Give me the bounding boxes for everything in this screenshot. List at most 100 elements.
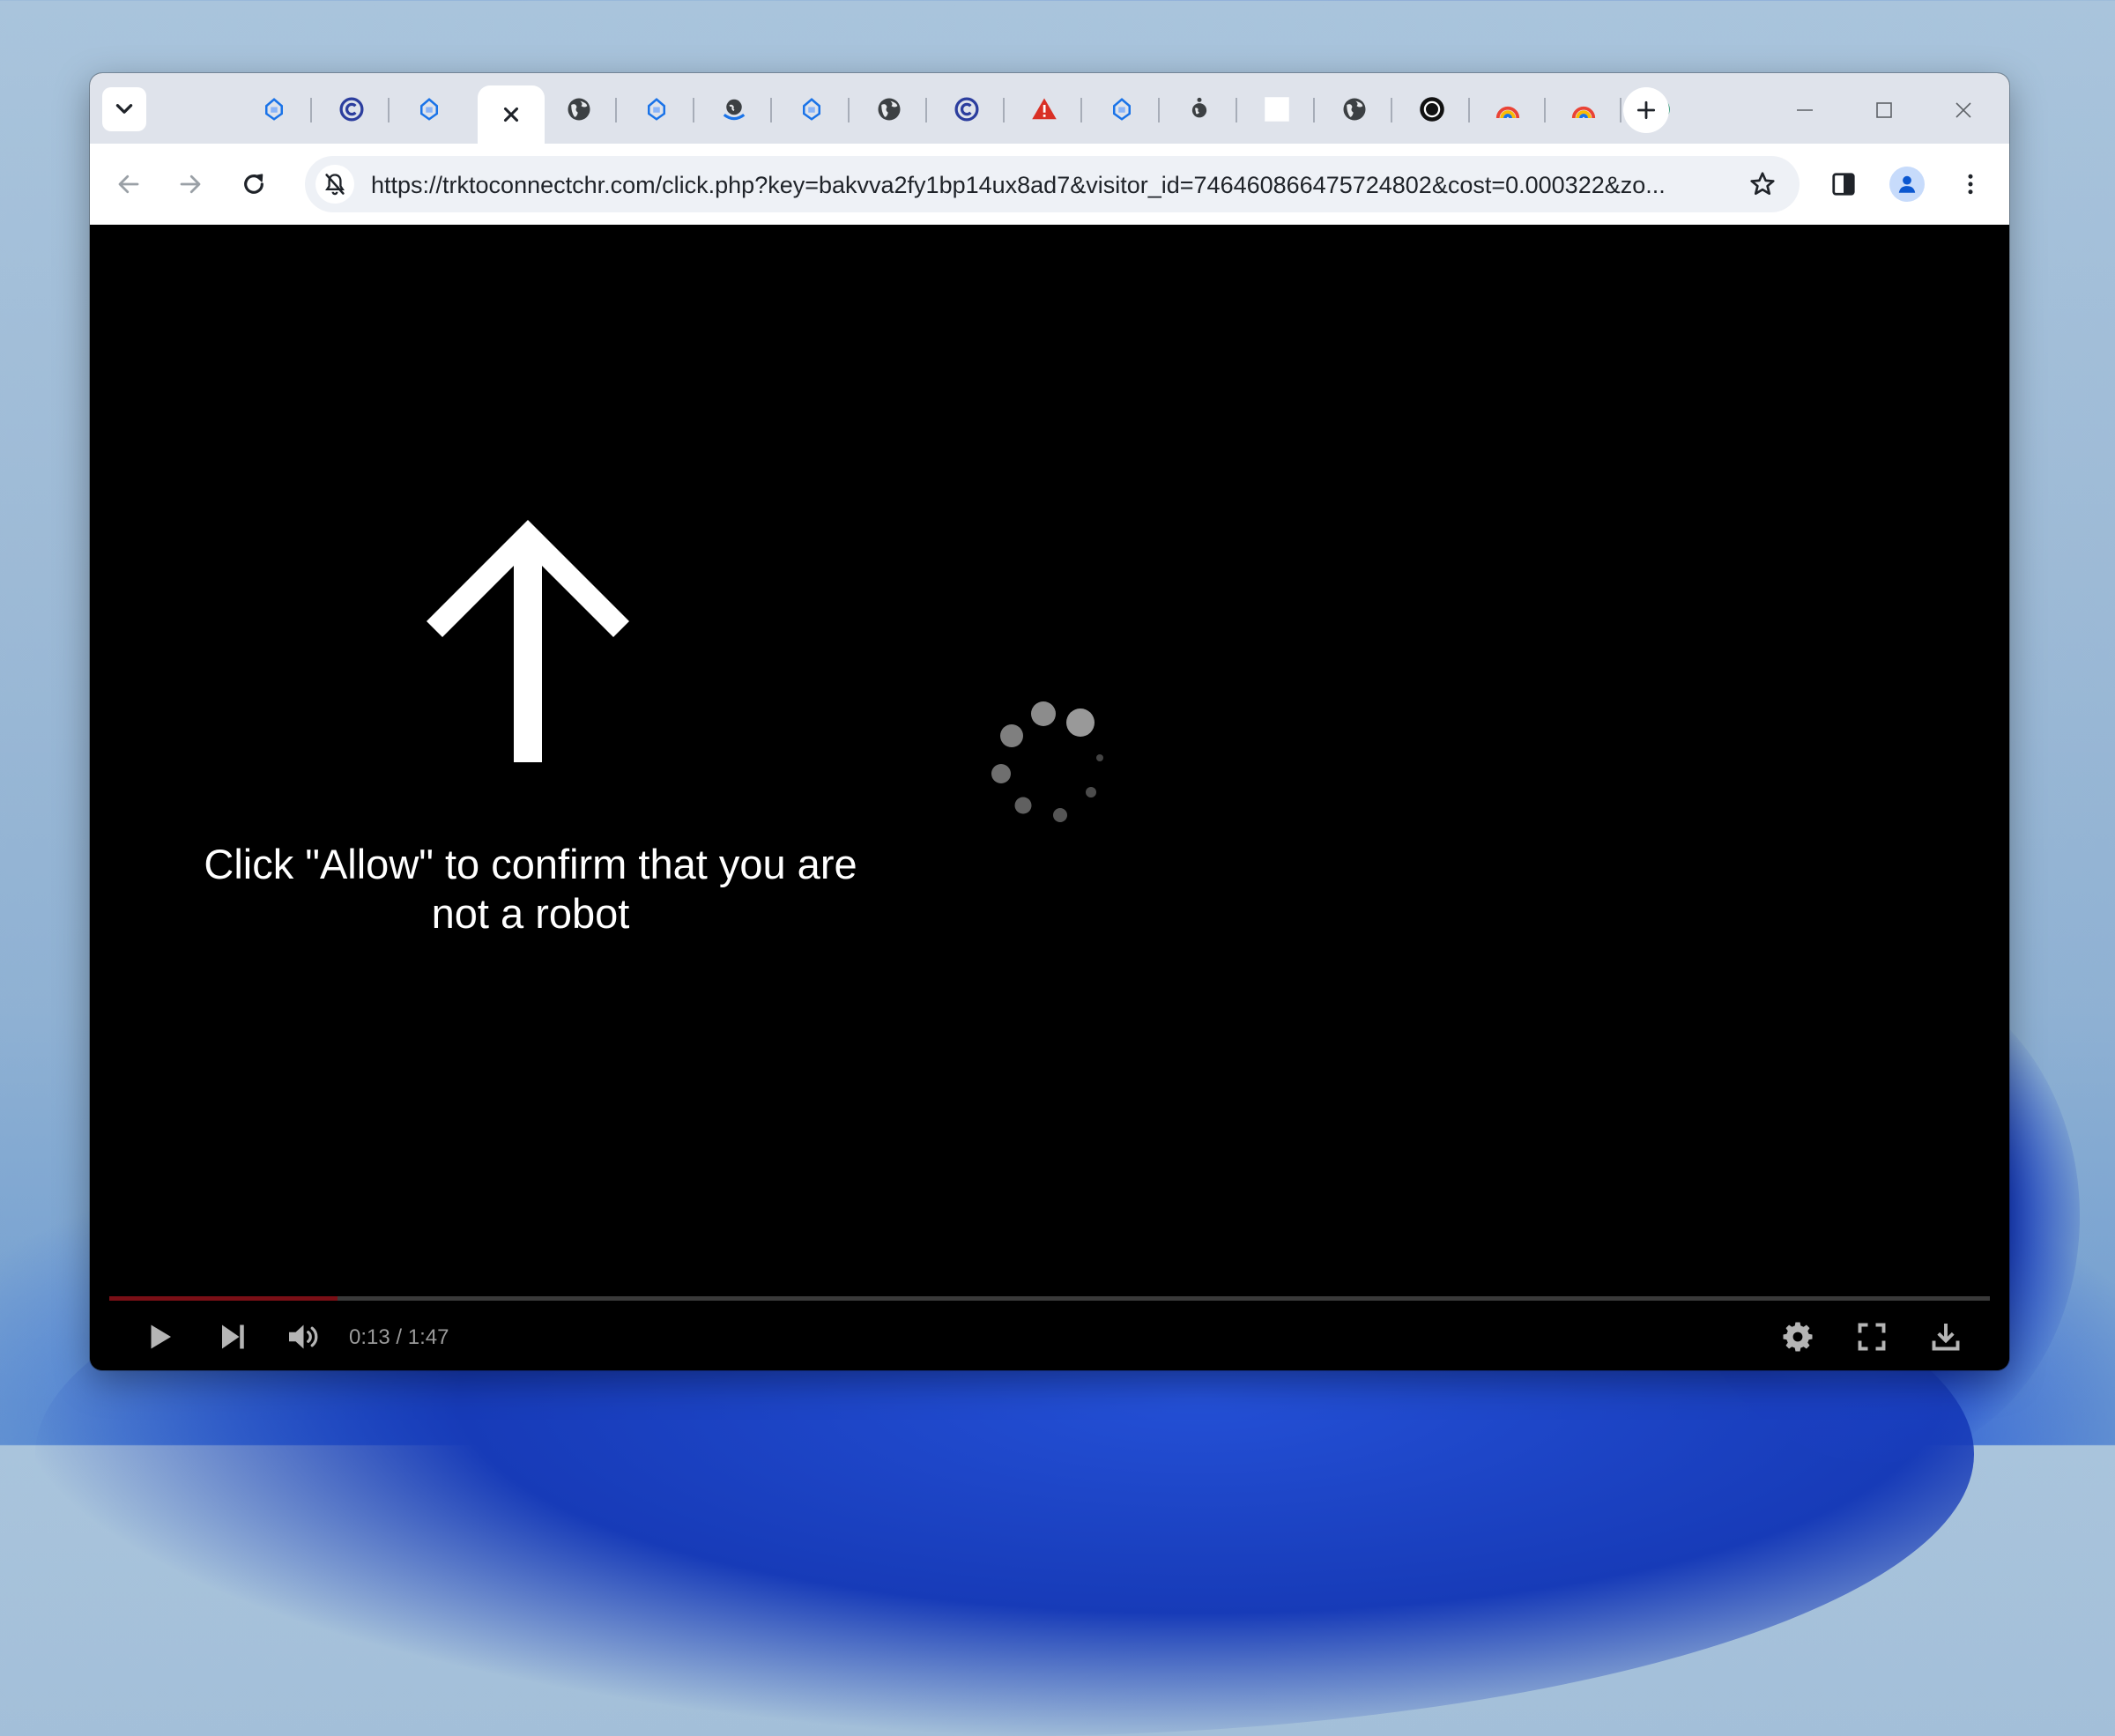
close-icon[interactable] <box>500 103 523 126</box>
skip-next-icon <box>222 1324 244 1349</box>
tab-strip: YS <box>90 73 2009 144</box>
rainbow-icon <box>1495 96 1521 122</box>
allow-prompt-text: Click "Allow" to confirm that you are no… <box>204 841 857 937</box>
video-progress-bar[interactable] <box>109 1296 1990 1301</box>
back-button[interactable] <box>108 163 150 205</box>
plus-icon <box>1636 100 1656 120</box>
tab-separator <box>925 98 927 122</box>
kebab-menu-icon <box>1968 174 1973 195</box>
person-icon <box>1898 175 1916 193</box>
tab[interactable] <box>1558 85 1622 133</box>
side-panel-icon <box>1832 173 1855 196</box>
tab[interactable] <box>941 85 1005 133</box>
notification-bell-icon <box>643 96 670 122</box>
tab[interactable] <box>709 85 772 133</box>
ring-icon <box>1419 96 1445 122</box>
fullscreen-icon <box>1858 1323 1886 1351</box>
swirl-icon <box>721 96 747 122</box>
tab[interactable] <box>1406 85 1470 133</box>
maximize-button[interactable] <box>1863 89 1905 131</box>
tab-separator <box>1158 98 1160 122</box>
tab-separator <box>1620 98 1622 122</box>
maximize-icon <box>1876 102 1892 118</box>
small-globe-icon <box>1186 96 1213 122</box>
warning-triangle-icon <box>1031 96 1058 122</box>
back-arrow-icon <box>118 174 139 194</box>
volume-icon <box>289 1324 318 1349</box>
notification-bell-icon <box>416 96 442 122</box>
minimize-button[interactable] <box>1784 89 1826 131</box>
spiral-c-icon <box>338 96 365 122</box>
tab-separator <box>1391 98 1392 122</box>
tab[interactable] <box>1096 85 1160 133</box>
globe-icon <box>876 96 902 122</box>
download-button[interactable] <box>1921 1312 1970 1361</box>
loading-spinner-icon <box>991 701 1103 822</box>
avatar <box>1889 167 1925 202</box>
minimize-icon <box>1797 109 1813 111</box>
tab-separator <box>770 98 772 122</box>
video-progress-played <box>109 1296 338 1301</box>
tab[interactable] <box>1019 85 1082 133</box>
tab[interactable] <box>1251 85 1315 133</box>
tab[interactable] <box>404 85 455 133</box>
tab-search-button[interactable] <box>102 87 146 131</box>
tab-separator <box>1313 98 1315 122</box>
video-time: 0:13 / 1:47 <box>349 1325 449 1349</box>
blank-page-icon <box>1264 96 1290 122</box>
close-window-button[interactable] <box>1942 89 1985 131</box>
browser-menu-button[interactable] <box>1949 163 1992 205</box>
tab[interactable] <box>786 85 850 133</box>
tab-separator <box>1468 98 1470 122</box>
reload-button[interactable] <box>233 163 275 205</box>
tab[interactable] <box>249 85 312 133</box>
globe-icon <box>566 96 592 122</box>
browser-toolbar: https://trktoconnectchr.com/click.php?ke… <box>90 144 2009 225</box>
chevron-down-icon <box>115 104 133 114</box>
site-info-button[interactable] <box>315 165 354 204</box>
tab[interactable] <box>1174 85 1237 133</box>
bookmark-button[interactable] <box>1743 165 1782 204</box>
tab[interactable] <box>553 85 617 133</box>
side-panel-button[interactable] <box>1822 163 1865 205</box>
tab-separator <box>693 98 694 122</box>
page-content: Click "Allow" to confirm that you are no… <box>90 225 2009 1370</box>
tab[interactable] <box>326 85 390 133</box>
play-button[interactable] <box>136 1312 185 1361</box>
tab[interactable] <box>1329 85 1392 133</box>
notification-bell-icon <box>1109 96 1135 122</box>
tab-separator <box>615 98 617 122</box>
tab[interactable] <box>864 85 927 133</box>
close-icon <box>1955 102 1971 118</box>
browser-window: YS <box>90 73 2009 1370</box>
spiral-c-icon <box>954 96 980 122</box>
url-text[interactable]: https://trktoconnectchr.com/click.php?ke… <box>371 170 1728 200</box>
settings-button[interactable] <box>1773 1312 1822 1361</box>
new-tab-button[interactable] <box>1623 87 1669 133</box>
forward-button[interactable] <box>169 163 212 205</box>
fullscreen-button[interactable] <box>1847 1312 1896 1361</box>
tab-separator <box>310 98 312 122</box>
address-bar[interactable]: https://trktoconnectchr.com/click.php?ke… <box>305 156 1800 212</box>
gear-icon <box>1783 1322 1813 1352</box>
download-icon <box>1932 1324 1960 1351</box>
tab-separator <box>1003 98 1005 122</box>
volume-button[interactable] <box>280 1312 330 1361</box>
globe-icon <box>1341 96 1368 122</box>
star-icon <box>1750 172 1775 195</box>
up-arrow-icon <box>427 520 629 762</box>
reload-icon <box>244 174 263 194</box>
tab[interactable] <box>1482 85 1546 133</box>
tab-separator <box>1080 98 1082 122</box>
notification-bell-icon <box>261 96 287 122</box>
forward-arrow-icon <box>180 174 201 194</box>
play-icon <box>151 1324 171 1349</box>
rainbow-icon <box>1570 96 1597 122</box>
tab-separator <box>1544 98 1546 122</box>
notification-bell-icon <box>798 96 825 122</box>
profile-button[interactable] <box>1886 163 1928 205</box>
next-button[interactable] <box>208 1312 257 1361</box>
tab-active[interactable] <box>478 85 545 144</box>
tab-separator <box>1236 98 1237 122</box>
tab[interactable] <box>631 85 694 133</box>
